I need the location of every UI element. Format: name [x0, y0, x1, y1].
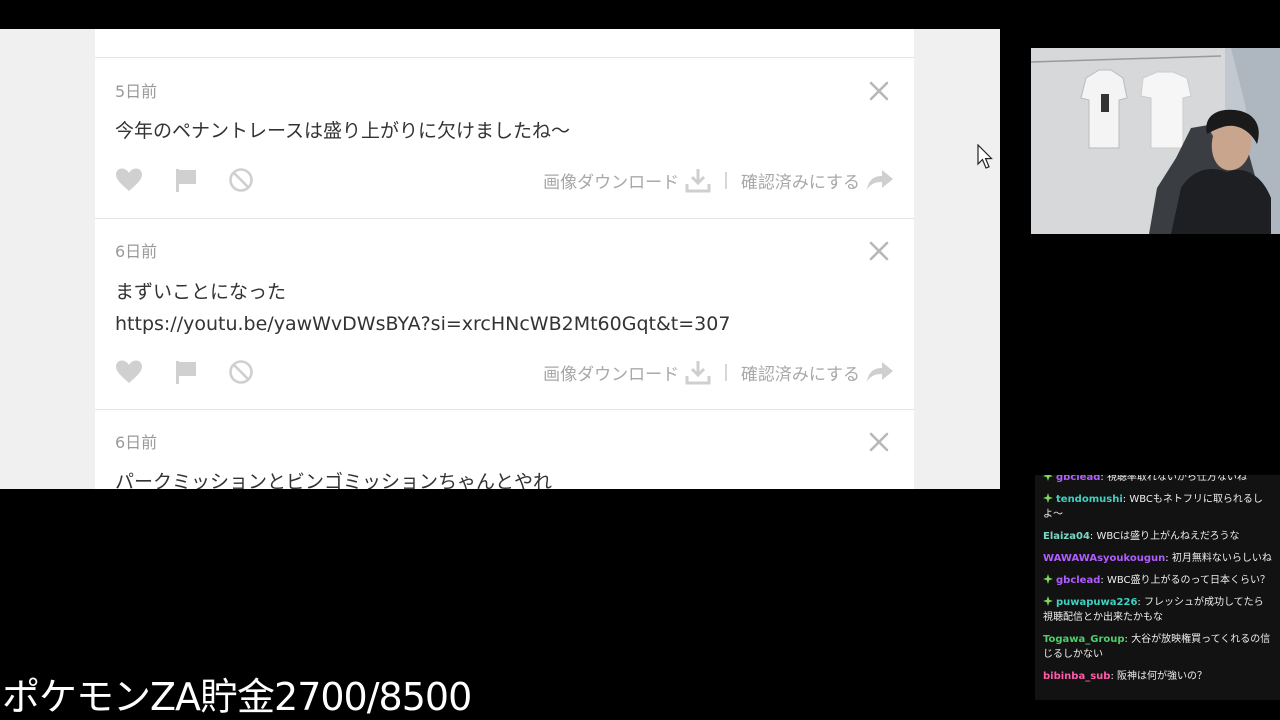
card-actions-right: 画像ダウンロード | 確認済みにする: [543, 165, 894, 195]
mark-confirmed-button[interactable]: 確認済みにする: [741, 168, 860, 193]
message-actions: 画像ダウンロード | 確認済みにする: [115, 165, 894, 195]
message-time: 6日前: [115, 433, 158, 452]
flag-icon[interactable]: [172, 359, 200, 385]
chat-username[interactable]: gbclead: [1056, 475, 1100, 483]
message-card: 6日前 まずいことになった https://youtu.be/yawWvDWsB…: [95, 218, 914, 409]
browser-capture: 5日前 今年のペナントレースは盛り上がりに欠けましたね～ 画像ダウンロード | …: [0, 29, 1000, 489]
chat-text: WBC盛り上がるのって日本くらい？: [1106, 575, 1270, 586]
savings-overlay-text: ポケモンZA貯金2700/8500: [2, 675, 472, 719]
chat-message: Togawa_Group: 大谷が放映権買ってくれるの信じるしかない: [1043, 634, 1271, 660]
chat-username[interactable]: gbclead: [1056, 575, 1100, 586]
chat-username[interactable]: bibinba_sub: [1043, 671, 1110, 682]
mark-confirmed-button[interactable]: 確認済みにする: [741, 360, 860, 385]
chat-text: 初月無料ないらしいね: [1171, 553, 1272, 564]
chat-username[interactable]: Elaiza04: [1043, 531, 1090, 542]
message-actions: 画像ダウンロード | 確認済みにする: [115, 357, 894, 387]
message-time: 5日前: [115, 82, 158, 101]
download-icon[interactable]: [685, 359, 711, 385]
message-text: 今年のペナントレースは盛り上がりに欠けましたね～: [115, 120, 571, 142]
chat-text: WBCは盛り上がんねえだろうな: [1096, 531, 1240, 542]
message-time: 6日前: [115, 242, 158, 261]
mouse-cursor-icon: [977, 144, 993, 169]
chat-username[interactable]: tendomushi: [1056, 494, 1123, 505]
message-text: パークミッションとビンゴミッションちゃんとやれ: [115, 471, 553, 489]
chat-message: WAWAWAsyoukougun: 初月無料ないらしいね: [1043, 553, 1272, 564]
message-feed: 5日前 今年のペナントレースは盛り上がりに欠けましたね～ 画像ダウンロード | …: [95, 29, 914, 489]
sparkle-badge-icon: [1043, 493, 1053, 503]
chat-message: puwapuwa226: フレッシュが成功してたら視聴配信とか出来たかもな: [1043, 596, 1264, 623]
message-card: 5日前 今年のペナントレースは盛り上がりに欠けましたね～ 画像ダウンロード | …: [95, 57, 914, 218]
chat-message: tendomushi: WBCもネトフリに取られるしよ～: [1043, 493, 1263, 520]
close-icon[interactable]: [868, 240, 890, 262]
close-icon[interactable]: [868, 431, 890, 453]
block-icon[interactable]: [227, 359, 255, 385]
download-image-button[interactable]: 画像ダウンロード: [543, 168, 679, 193]
chat-text: 阪神は何が強いの？: [1117, 671, 1207, 682]
flag-icon[interactable]: [172, 167, 200, 193]
sparkle-badge-icon: [1043, 475, 1053, 481]
webcam-feed: [1031, 48, 1280, 234]
separator: |: [723, 362, 729, 382]
forward-arrow-icon[interactable]: [866, 360, 894, 384]
sparkle-badge-icon: [1043, 574, 1053, 584]
youtube-link[interactable]: https://youtu.be/yawWvDWsBYA?si=xrcHNcWB…: [115, 313, 730, 335]
chat-username[interactable]: Togawa_Group: [1043, 634, 1125, 645]
chat-message: Elaiza04: WBCは盛り上がんねえだろうな: [1043, 531, 1240, 542]
heart-icon[interactable]: [115, 359, 143, 385]
message-card: 6日前 パークミッションとビンゴミッションちゃんとやれ: [95, 409, 914, 489]
heart-icon[interactable]: [115, 167, 143, 193]
message-text: まずいことになった: [115, 281, 287, 303]
download-icon[interactable]: [685, 167, 711, 193]
block-icon[interactable]: [227, 167, 255, 193]
sparkle-badge-icon: [1043, 596, 1053, 606]
chat-panel: gbclead: 視聴率取れないから仕方ないね tendomushi: WBCも…: [1035, 475, 1280, 700]
forward-arrow-icon[interactable]: [866, 168, 894, 192]
message-link-line: https://youtu.be/yawWvDWsBYA?si=xrcHNcWB…: [115, 308, 730, 340]
chat-message: bibinba_sub: 阪神は何が強いの？: [1043, 671, 1207, 682]
chat-message: gbclead: 視聴率取れないから仕方ないね: [1035, 475, 1280, 489]
close-icon[interactable]: [868, 80, 890, 102]
chat-username[interactable]: WAWAWAsyoukougun: [1043, 553, 1165, 564]
separator: |: [723, 170, 729, 190]
chat-text: 視聴率取れないから仕方ないね: [1106, 475, 1247, 483]
chat-message: gbclead: WBC盛り上がるのって日本くらい？: [1035, 570, 1280, 592]
download-image-button[interactable]: 画像ダウンロード: [543, 360, 679, 385]
chat-username[interactable]: puwapuwa226: [1056, 597, 1137, 608]
card-actions-right: 画像ダウンロード | 確認済みにする: [543, 357, 894, 387]
webcam-image: [1031, 48, 1280, 234]
